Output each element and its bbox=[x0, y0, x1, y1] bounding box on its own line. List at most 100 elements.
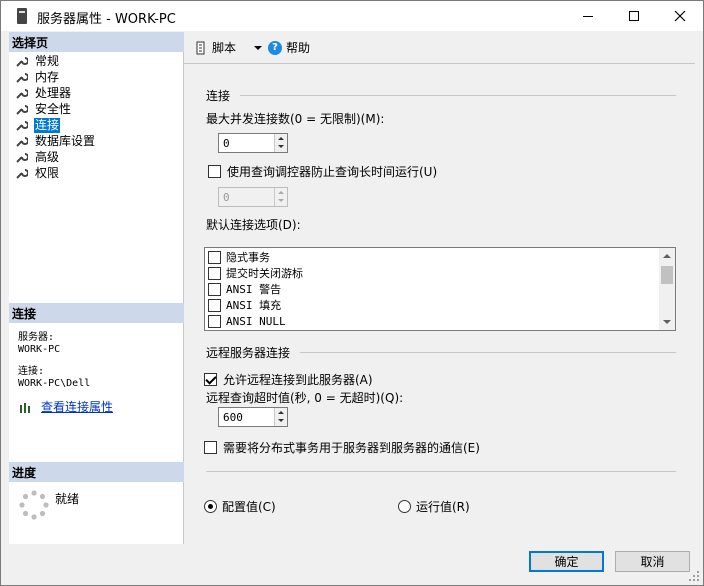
list-item[interactable]: ANSI 警告 bbox=[208, 281, 303, 297]
page-list: 常规 内存 处理器 安全性 连接 数据库设置 高级 权限 bbox=[9, 53, 184, 181]
option-label: 隐式事务 bbox=[226, 251, 270, 264]
default-options-list[interactable]: 隐式事务 提交时关闭游标 ANSI 警告 ANSI 填充 ANSI NULL bbox=[204, 247, 676, 331]
cancel-button[interactable]: 取消 bbox=[615, 551, 690, 572]
connections-page: 连接 最大并发连接数(0 = 无限制)(M): 0 使用查询调控器防止查询长时间… bbox=[184, 65, 695, 544]
ok-button[interactable]: 确定 bbox=[529, 551, 604, 572]
remote-group-title: 远程服务器连接 bbox=[206, 346, 291, 360]
sidebar-item-general[interactable]: 常规 bbox=[9, 53, 184, 69]
timeout-spinner[interactable]: 600 bbox=[218, 407, 288, 427]
left-panel: 选择页 常规 内存 处理器 安全性 连接 数据库设置 高级 权限 连接 服务器:… bbox=[9, 32, 184, 544]
governor-value: 0 bbox=[223, 191, 230, 204]
group-divider bbox=[240, 95, 676, 96]
connection-value: WORK-PC\Dell bbox=[18, 378, 91, 389]
maximize-button[interactable] bbox=[611, 1, 657, 31]
progress-spinner-icon bbox=[19, 490, 49, 520]
scroll-down-icon[interactable] bbox=[663, 320, 671, 324]
script-dropdown-icon[interactable] bbox=[254, 45, 263, 50]
sidebar-item-memory[interactable]: 内存 bbox=[9, 69, 184, 85]
option-checkbox[interactable] bbox=[208, 314, 221, 328]
sidebar-item-database-settings[interactable]: 数据库设置 bbox=[9, 133, 184, 149]
sidebar-item-advanced[interactable]: 高级 bbox=[9, 149, 184, 165]
use-governor-checkbox-row[interactable]: 使用查询调控器防止查询长时间运行(U) bbox=[208, 163, 437, 180]
server-icon bbox=[17, 8, 27, 24]
configured-values-radio[interactable] bbox=[204, 500, 217, 513]
option-checkbox[interactable] bbox=[208, 298, 221, 312]
view-connection-properties-label: 查看连接属性 bbox=[41, 400, 114, 414]
max-concurrent-value: 0 bbox=[223, 137, 230, 150]
distributed-transactions-checkbox[interactable] bbox=[204, 441, 217, 454]
connections-group-title: 连接 bbox=[206, 89, 231, 103]
use-governor-checkbox[interactable] bbox=[208, 165, 221, 178]
scroll-up-icon[interactable] bbox=[663, 254, 671, 258]
sidebar-item-processors[interactable]: 处理器 bbox=[9, 85, 184, 101]
configured-values-radio-row[interactable]: 配置值(C) bbox=[204, 498, 276, 515]
sidebar-item-label: 数据库设置 bbox=[35, 133, 96, 148]
running-values-label: 运行值(R) bbox=[416, 500, 470, 514]
select-page-header: 选择页 bbox=[9, 32, 184, 52]
spinner-buttons bbox=[274, 188, 287, 206]
spinner-buttons[interactable] bbox=[274, 408, 287, 426]
help-label: 帮助 bbox=[286, 41, 311, 55]
resize-grip-icon[interactable] bbox=[689, 571, 699, 581]
sidebar-item-permissions[interactable]: 权限 bbox=[9, 165, 184, 181]
minimize-icon bbox=[583, 15, 593, 17]
sidebar-item-label: 常规 bbox=[35, 53, 60, 68]
allow-remote-checkbox[interactable] bbox=[204, 373, 217, 386]
progress-header: 进度 bbox=[9, 462, 184, 482]
close-icon bbox=[674, 10, 686, 22]
wrench-icon bbox=[16, 152, 28, 163]
sidebar-item-label: 处理器 bbox=[35, 85, 72, 100]
minimize-button[interactable] bbox=[565, 1, 611, 31]
use-governor-label: 使用查询调控器防止查询长时间运行(U) bbox=[227, 165, 438, 179]
window-title: 服务器属性 - WORK-PC bbox=[37, 12, 176, 27]
close-button[interactable] bbox=[657, 1, 703, 31]
sidebar-item-security[interactable]: 安全性 bbox=[9, 101, 184, 117]
option-checkbox[interactable] bbox=[208, 282, 221, 296]
dialog-footer: 确定 取消 bbox=[1, 544, 703, 585]
spinner-buttons[interactable] bbox=[274, 134, 287, 152]
help-icon: ? bbox=[268, 40, 283, 55]
allow-remote-label: 允许远程连接到此服务器(A) bbox=[223, 373, 373, 387]
help-button[interactable]: ? 帮助 bbox=[268, 39, 310, 56]
connection-properties-icon bbox=[20, 402, 30, 413]
distributed-checkbox-row[interactable]: 需要将分布式事务用于服务器到服务器的通信(E) bbox=[204, 439, 480, 456]
wrench-icon bbox=[16, 168, 28, 179]
sidebar-item-connections[interactable]: 连接 bbox=[9, 117, 184, 133]
distributed-label: 需要将分布式事务用于服务器到服务器的通信(E) bbox=[223, 441, 480, 455]
allow-remote-checkbox-row[interactable]: 允许远程连接到此服务器(A) bbox=[204, 371, 373, 388]
list-item[interactable]: 提交时关闭游标 bbox=[208, 265, 303, 281]
server-label: 服务器: bbox=[18, 332, 55, 343]
script-button[interactable]: 脚本 bbox=[194, 39, 236, 56]
default-options-label: 默认连接选项(D): bbox=[206, 218, 301, 232]
configured-values-label: 配置值(C) bbox=[222, 500, 276, 514]
connection-label: 连接: bbox=[18, 366, 45, 377]
option-label: ANSI NULL bbox=[226, 314, 286, 328]
view-connection-properties-link[interactable]: 查看连接属性 bbox=[19, 398, 113, 415]
sidebar-item-label: 连接 bbox=[34, 117, 61, 133]
running-values-radio-row[interactable]: 运行值(R) bbox=[398, 498, 470, 515]
list-item[interactable]: ANSI NULL bbox=[208, 313, 303, 329]
sidebar-item-label: 高级 bbox=[35, 149, 60, 164]
script-label: 脚本 bbox=[212, 41, 237, 55]
toolbar: 脚本 ? 帮助 bbox=[184, 32, 695, 64]
title-bar: 服务器属性 - WORK-PC bbox=[1, 1, 703, 31]
list-item[interactable]: ANSI 填充 bbox=[208, 297, 303, 313]
option-label: 提交时关闭游标 bbox=[226, 267, 303, 280]
option-checkbox[interactable] bbox=[208, 250, 221, 264]
governor-spinner: 0 bbox=[218, 187, 288, 207]
running-values-radio[interactable] bbox=[398, 500, 411, 513]
list-item[interactable]: 隐式事务 bbox=[208, 249, 303, 265]
options-scrollbar[interactable] bbox=[659, 248, 675, 330]
scroll-thumb[interactable] bbox=[661, 266, 673, 284]
options-items: 隐式事务 提交时关闭游标 ANSI 警告 ANSI 填充 ANSI NULL bbox=[208, 249, 303, 329]
wrench-icon bbox=[16, 72, 28, 83]
wrench-icon bbox=[16, 136, 28, 147]
max-concurrent-label: 最大并发连接数(0 = 无限制)(M): bbox=[206, 112, 385, 126]
server-properties-window: 服务器属性 - WORK-PC 选择页 常规 内存 处理器 安全性 连接 数据库… bbox=[0, 0, 704, 586]
maximize-icon bbox=[629, 11, 639, 21]
script-icon bbox=[196, 41, 205, 54]
max-concurrent-spinner[interactable]: 0 bbox=[218, 133, 288, 153]
group-divider bbox=[300, 352, 676, 353]
option-label: ANSI 填充 bbox=[226, 299, 282, 312]
option-checkbox[interactable] bbox=[208, 266, 221, 280]
